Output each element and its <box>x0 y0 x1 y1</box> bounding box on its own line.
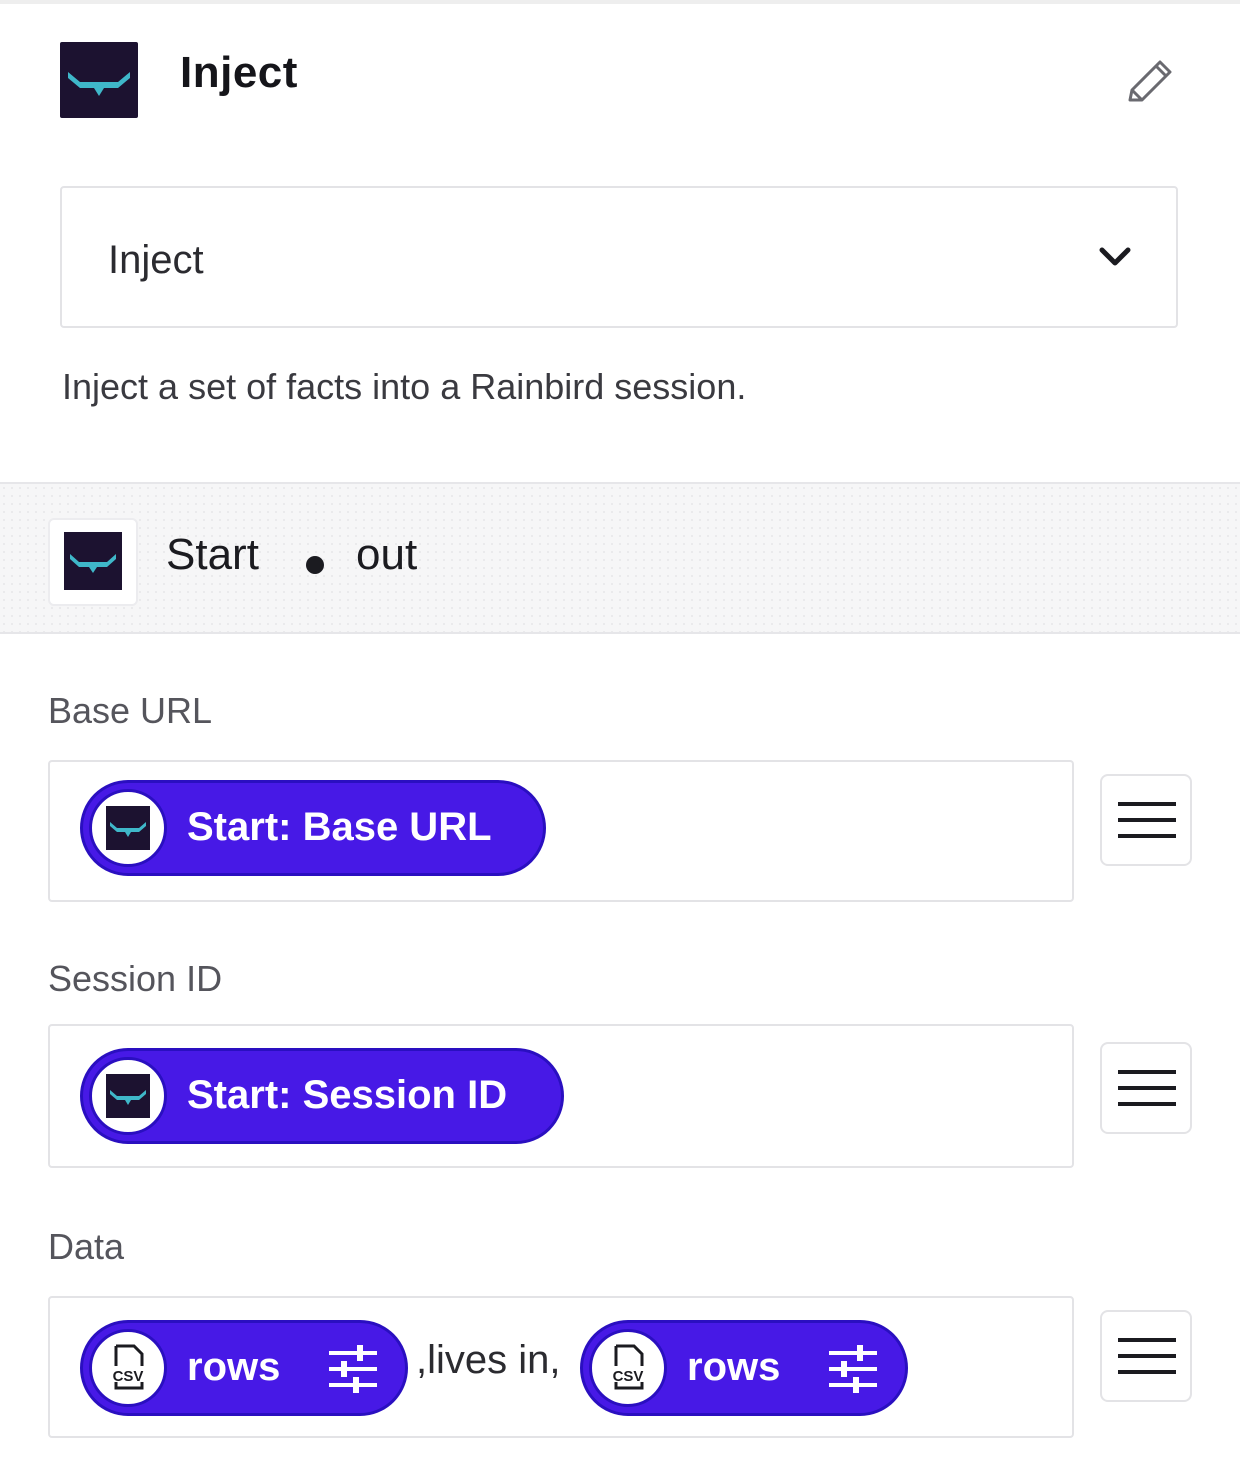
data-token-pill-rows-2[interactable]: CSV rows <box>580 1320 908 1416</box>
rainbird-logo-icon <box>64 532 122 590</box>
base-url-field[interactable]: Start: Base URL <box>48 760 1074 902</box>
session-id-token-pill[interactable]: Start: Session ID <box>80 1048 564 1144</box>
svg-text:CSV: CSV <box>113 1368 144 1385</box>
edit-title-button[interactable] <box>1120 52 1180 112</box>
base-url-token-pill[interactable]: Start: Base URL <box>80 780 546 876</box>
step-logo-frame <box>48 518 138 606</box>
token-label: Start: Session ID <box>187 1073 508 1117</box>
session-id-menu-button[interactable] <box>1100 1042 1192 1134</box>
pencil-icon <box>1128 60 1172 102</box>
base-url-menu-button[interactable] <box>1100 774 1192 866</box>
rainbird-logo-icon <box>60 42 138 118</box>
svg-text:CSV: CSV <box>613 1368 644 1385</box>
rainbird-logo-icon <box>106 1074 150 1118</box>
action-description: Inject a set of facts into a Rainbird se… <box>62 366 747 407</box>
hamburger-icon <box>1118 802 1176 838</box>
token-source-icon <box>89 1057 167 1135</box>
sliders-icon[interactable] <box>325 1341 381 1397</box>
data-separator-text: ,lives in, <box>416 1338 561 1382</box>
chevron-down-icon <box>1090 232 1140 282</box>
token-label: rows <box>687 1345 781 1389</box>
step-output-name: out <box>356 530 418 579</box>
action-select[interactable]: Inject <box>60 186 1178 328</box>
panel-header: Inject <box>0 0 1240 160</box>
action-select-value: Inject <box>108 238 204 282</box>
token-label: Start: Base URL <box>187 805 492 849</box>
session-id-field[interactable]: Start: Session ID <box>48 1024 1074 1168</box>
data-field[interactable]: CSV rows ,lives in, CSV rows <box>48 1296 1074 1438</box>
csv-file-icon: CSV <box>589 1329 667 1407</box>
base-url-label: Base URL <box>48 690 213 731</box>
step-output-banner: Start out <box>0 482 1240 634</box>
data-menu-button[interactable] <box>1100 1310 1192 1402</box>
session-id-label: Session ID <box>48 958 223 999</box>
sliders-icon[interactable] <box>825 1341 881 1397</box>
separator-dot <box>306 556 324 574</box>
csv-file-icon: CSV <box>89 1329 167 1407</box>
step-name: Start <box>166 530 259 579</box>
data-label: Data <box>48 1226 125 1267</box>
data-token-pill-rows-1[interactable]: CSV rows <box>80 1320 408 1416</box>
token-source-icon <box>89 789 167 867</box>
hamburger-icon <box>1118 1338 1176 1374</box>
node-title: Inject <box>180 48 298 97</box>
hamburger-icon <box>1118 1070 1176 1106</box>
token-label: rows <box>187 1345 281 1389</box>
rainbird-logo-icon <box>106 806 150 850</box>
